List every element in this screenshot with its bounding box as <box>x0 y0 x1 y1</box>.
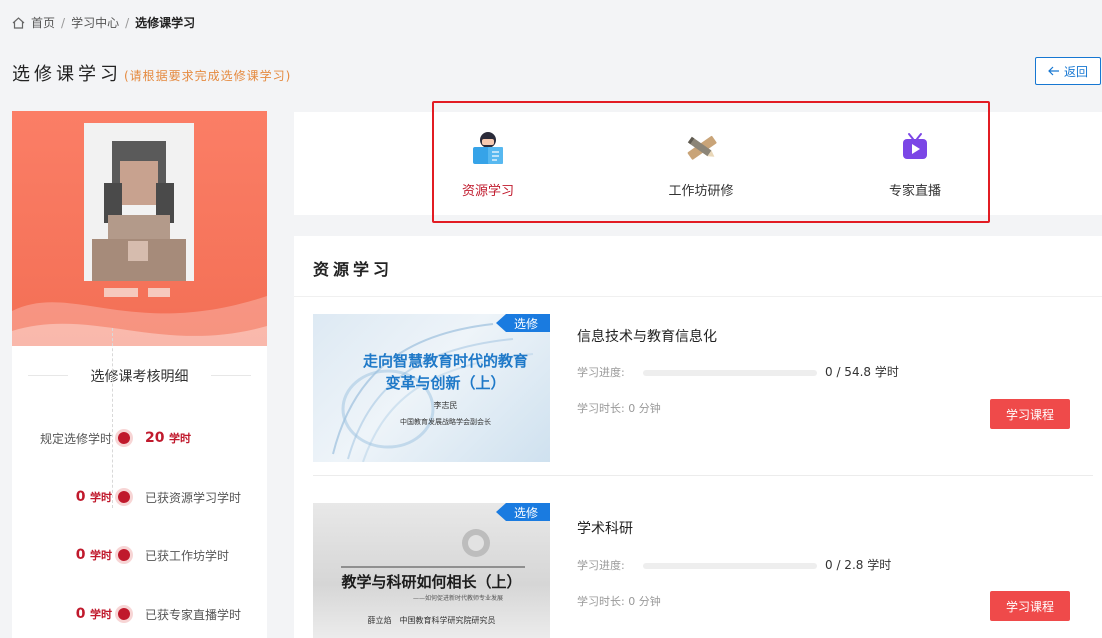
timeline-dot <box>118 432 130 444</box>
thumb-subtitle: ——如何促进新时代教师专业发展 <box>412 595 503 602</box>
thumb-author: 李志民 <box>433 401 458 410</box>
elective-tag: 选修 <box>496 314 550 332</box>
timeline-dot <box>118 491 130 503</box>
back-button-label: 返回 <box>1063 64 1088 79</box>
progress-bar <box>643 370 817 376</box>
elective-tag: 选修 <box>496 503 550 521</box>
resource-hours-value: 0 学时 <box>75 489 112 505</box>
breadcrumb-home[interactable]: 首页 <box>31 14 55 31</box>
tv-play-icon <box>903 133 927 159</box>
thumb-title-line1: 走向智慧教育时代的教育 <box>362 352 528 370</box>
course-divider <box>313 475 1093 476</box>
resource-hours-label: 已获资源学习学时 <box>145 491 242 505</box>
study-course-button[interactable]: 学习课程 <box>990 591 1070 621</box>
live-hours-row: 0 学时 已获专家直播学时 <box>12 604 267 624</box>
avatar <box>84 123 194 281</box>
progress-label: 学习进度: <box>577 559 625 572</box>
tab-expert-live[interactable]: 专家直播 <box>860 130 970 200</box>
workshop-hours-row: 0 学时 已获工作坊学时 <box>12 545 267 565</box>
page-title-text: 选修课学习 <box>12 64 122 85</box>
page-hint: (请根据要求完成选修课学习) <box>124 69 292 83</box>
required-hours-row: 规定选修学时 20 学时 <box>12 428 267 448</box>
arrow-left-icon <box>1048 66 1059 76</box>
breadcrumb-current: 选修课学习 <box>135 16 196 30</box>
course-item: 教学与科研如何相长（上） ——如何促进新时代教师专业发展 薛立焰 中国教育科学研… <box>313 503 1093 638</box>
progress-label: 学习进度: <box>577 366 625 379</box>
assessment-detail-title: 选修课考核明细 <box>12 366 267 386</box>
resource-hours-row: 0 学时 已获资源学习学时 <box>12 487 267 507</box>
study-duration: 学习时长: 0 分钟 <box>577 402 661 415</box>
tab-label: 专家直播 <box>888 184 941 199</box>
timeline-line <box>112 328 113 508</box>
live-hours-label: 已获专家直播学时 <box>145 608 242 622</box>
course-thumbnail[interactable]: 教学与科研如何相长（上） ——如何促进新时代教师专业发展 薛立焰 中国教育科学研… <box>313 503 550 638</box>
user-name-blurred <box>104 288 170 297</box>
banner-wave <box>12 296 267 346</box>
course-title[interactable]: 学术科研 <box>577 518 633 538</box>
thumb-title-line2: 变革与创新（上） <box>385 374 506 392</box>
study-duration: 学习时长: 0 分钟 <box>577 595 661 608</box>
course-item: 走向智慧教育时代的教育 变革与创新（上） 李志民 中国教育发展战略学会副会长 选… <box>313 314 1093 462</box>
course-title[interactable]: 信息技术与教育信息化 <box>577 326 717 346</box>
thumb-title: 教学与科研如何相长（上） <box>341 573 522 591</box>
workshop-hours-label: 已获工作坊学时 <box>145 549 230 563</box>
progress-text: 0 / 2.8 学时 <box>825 558 892 572</box>
breadcrumb-separator: / <box>61 15 66 30</box>
tab-workshop[interactable]: 工作坊研修 <box>646 130 756 200</box>
progress-bar <box>643 563 817 569</box>
tab-resource-study[interactable]: 资源学习 <box>433 130 543 200</box>
back-button[interactable]: 返回 <box>1035 57 1101 85</box>
required-hours-value: 20 学时 <box>145 430 192 446</box>
study-course-button[interactable]: 学习课程 <box>990 399 1070 429</box>
profile-banner <box>12 111 267 346</box>
breadcrumb-separator: / <box>125 15 130 30</box>
timeline-dot <box>118 608 130 620</box>
page-title: 选修课学习 (请根据要求完成选修课学习) <box>12 60 291 86</box>
timeline-dot <box>118 549 130 561</box>
reader-icon <box>473 132 503 164</box>
top-bar: 首页 / 学习中心 / 选修课学习 <box>0 0 1102 40</box>
section-divider <box>294 296 1102 297</box>
breadcrumb: 首页 / 学习中心 / 选修课学习 <box>12 14 195 31</box>
breadcrumb-learning-center[interactable]: 学习中心 <box>71 14 119 31</box>
workshop-hours-value: 0 学时 <box>75 547 112 563</box>
tab-label: 资源学习 <box>461 184 514 199</box>
progress-text: 0 / 54.8 学时 <box>825 365 899 379</box>
tab-label: 工作坊研修 <box>668 184 734 199</box>
required-hours-label: 规定选修学时 <box>39 432 112 446</box>
section-title: 资源学习 <box>313 260 394 279</box>
thumb-author: 薛立焰 中国教育科学研究院研究员 <box>367 616 496 625</box>
home-icon[interactable] <box>12 16 25 29</box>
course-thumbnail[interactable]: 走向智慧教育时代的教育 变革与创新（上） 李志民 中国教育发展战略学会副会长 选… <box>313 314 550 462</box>
thumb-affiliation: 中国教育发展战略学会副会长 <box>400 418 491 426</box>
pencil-ruler-icon <box>687 135 717 160</box>
live-hours-value: 0 学时 <box>75 606 112 622</box>
